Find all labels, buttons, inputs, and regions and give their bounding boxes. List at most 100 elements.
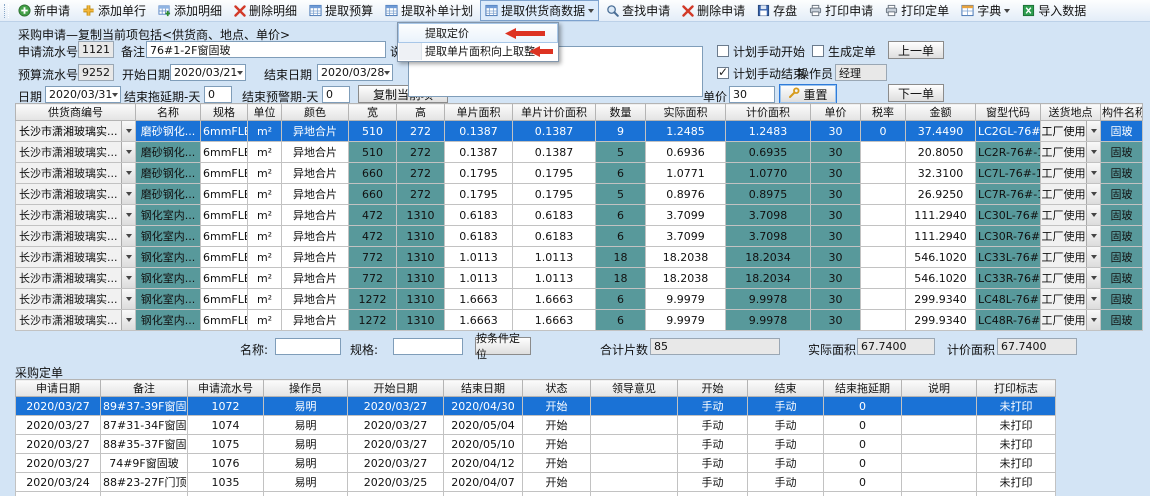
cell-dropdown-button[interactable]	[121, 289, 135, 309]
cell-piece-area[interactable]: 1.6663	[445, 310, 513, 331]
cell-note[interactable]	[902, 454, 977, 473]
cell-end-delay[interactable]: 0	[824, 397, 902, 416]
cell-piece-area[interactable]: 0.6183	[445, 226, 513, 247]
cell-tax-rate[interactable]	[861, 163, 906, 184]
cell-start-date[interactable]: 2020/03/27	[348, 454, 444, 473]
cell-component-name[interactable]: 固玻	[1101, 184, 1143, 205]
order-row[interactable]: 2020/03/2787#31-34F窗固玻1074易明2020/03/2720…	[16, 416, 1056, 435]
detail-row[interactable]: 长沙市潇湘玻璃实...钢化室内...6mmFLE...m²异地合片4721310…	[16, 205, 1143, 226]
cell-window-code[interactable]: LC2GL-76#...	[976, 121, 1041, 142]
cell-end-date[interactable]: 2020/04/07	[444, 473, 523, 492]
cell-color[interactable]: 异地合片	[282, 268, 349, 289]
cell-unit[interactable]: m²	[248, 184, 282, 205]
cell-quantity[interactable]: 5	[596, 184, 646, 205]
cell-color[interactable]: 异地合片	[282, 184, 349, 205]
cell-leader-opinion[interactable]	[591, 454, 678, 473]
plan-manual-start-checkbox[interactable]	[717, 45, 729, 57]
cell-unit[interactable]: m²	[248, 163, 282, 184]
cell-spec[interactable]: 6mmFLE...	[201, 226, 248, 247]
cell-unit[interactable]: m²	[248, 310, 282, 331]
order-row[interactable]: 2020/03/2788#35-37F窗固玻1075易明2020/03/2720…	[16, 435, 1056, 454]
cell-unit-price[interactable]: 30	[811, 226, 861, 247]
cell-window-code[interactable]: LC2R-76#-1F	[976, 142, 1041, 163]
cell-serial-no[interactable]: 1072	[188, 397, 264, 416]
cell-start[interactable]: 手动	[678, 416, 748, 435]
toolbar-button-import-data[interactable]: 导入数据	[1017, 0, 1091, 21]
cell-component-name[interactable]: 固玻	[1101, 121, 1143, 142]
order-row[interactable]: 2020/03/2789#37-39F窗固玻1072易明2020/03/2720…	[16, 397, 1056, 416]
cell-amount[interactable]: 20.8050	[906, 142, 976, 163]
cell-end[interactable]: 手动	[748, 473, 824, 492]
end-delay-input[interactable]	[204, 86, 232, 103]
cell-tax-rate[interactable]: 0	[861, 121, 906, 142]
cell-window-code[interactable]: LC30R-76#...	[976, 226, 1041, 247]
cell-name[interactable]: 钢化室内...	[136, 289, 201, 310]
cell-width[interactable]: 510	[349, 142, 397, 163]
cell-operator[interactable]: 易明	[264, 454, 348, 473]
cell-serial-no[interactable]: 1035	[188, 473, 264, 492]
cell-tax-rate[interactable]	[861, 205, 906, 226]
cell-apply-date[interactable]: 2020/03/24	[16, 473, 101, 492]
plan-manual-end-checkbox[interactable]	[717, 67, 729, 79]
cell-dropdown-button[interactable]	[121, 310, 135, 330]
cell-delivery-location[interactable]: 工厂使用	[1041, 184, 1101, 205]
cell-spec[interactable]: 6mmFLE...	[201, 163, 248, 184]
cell-color[interactable]: 异地合片	[282, 226, 349, 247]
menu-item-extract-pricing[interactable]: 提取定价	[399, 24, 557, 42]
cell-spec[interactable]: 6mmFLE...	[201, 289, 248, 310]
detail-row[interactable]: 长沙市潇湘玻璃实...钢化室内...6mmFLE...m²异地合片7721310…	[16, 247, 1143, 268]
cell-apply-date[interactable]: 2020/03/27	[16, 416, 101, 435]
cell-status[interactable]: 开始	[523, 416, 591, 435]
cell-priced-area[interactable]: 1.0770	[726, 163, 811, 184]
cell-start-date[interactable]: 2020/03/27	[348, 397, 444, 416]
cell-tax-rate[interactable]	[861, 226, 906, 247]
cell-spec[interactable]: 6mmFLE...	[201, 121, 248, 142]
cell-height[interactable]: 1310	[397, 205, 445, 226]
filter-spec-input[interactable]	[393, 338, 463, 355]
toolbar-button-add-single-row[interactable]: 添加单行	[77, 0, 151, 21]
cell-print-flag[interactable]: 未打印	[977, 473, 1056, 492]
cell-actual-area[interactable]: 1.0771	[646, 163, 726, 184]
cell-piece-area[interactable]: 1.6663	[445, 289, 513, 310]
cell-name[interactable]: 磨砂钢化...	[136, 142, 201, 163]
cell-color[interactable]: 异地合片	[282, 163, 349, 184]
cell-supplier-code[interactable]: 长沙市潇湘玻璃实...	[16, 226, 136, 247]
cell-actual-area[interactable]: 0.8976	[646, 184, 726, 205]
cell-supplier-code[interactable]: 长沙市潇湘玻璃实...	[16, 205, 136, 226]
cell-print-flag[interactable]: 未打印	[977, 454, 1056, 473]
cell-tax-rate[interactable]	[861, 247, 906, 268]
cell-height[interactable]: 272	[397, 121, 445, 142]
cell-name[interactable]: 磨砂钢化...	[136, 184, 201, 205]
order-row[interactable]: 2020/03/2774#9F窗固玻1076易明2020/03/272020/0…	[16, 454, 1056, 473]
cell-window-code[interactable]: LC33L-76#...	[976, 247, 1041, 268]
cell-width[interactable]: 1272	[349, 289, 397, 310]
cell-amount[interactable]: 26.9250	[906, 184, 976, 205]
cell-tax-rate[interactable]	[861, 310, 906, 331]
toolbar-button-print-application[interactable]: 打印申请	[804, 0, 878, 21]
cell-piece-priced-area[interactable]: 1.6663	[513, 289, 596, 310]
cell-quantity[interactable]: 18	[596, 268, 646, 289]
cell-piece-area[interactable]: 0.6183	[445, 205, 513, 226]
cell-unit[interactable]: m²	[248, 205, 282, 226]
cell-dropdown-button[interactable]	[1086, 247, 1100, 267]
cell-dropdown-button[interactable]	[1086, 226, 1100, 246]
remark-input[interactable]	[146, 41, 386, 58]
cell-amount[interactable]: 111.2940	[906, 205, 976, 226]
cell-width[interactable]: 660	[349, 163, 397, 184]
cell-unit-price[interactable]: 30	[811, 289, 861, 310]
cell-color[interactable]: 异地合片	[282, 205, 349, 226]
cell-quantity[interactable]: 5	[596, 142, 646, 163]
cell-note[interactable]	[902, 435, 977, 454]
cell-height[interactable]: 1310	[397, 310, 445, 331]
cell-spec[interactable]: 6mmFLE...	[201, 268, 248, 289]
cell-piece-priced-area[interactable]: 0.1795	[513, 184, 596, 205]
detail-row[interactable]: 长沙市潇湘玻璃实...钢化室内...6mmFLE...m²异地合片1272131…	[16, 289, 1143, 310]
cell-apply-date[interactable]: 2020/03/27	[16, 454, 101, 473]
cell-delivery-location[interactable]: 工厂使用	[1041, 289, 1101, 310]
cell-dropdown-button[interactable]	[1086, 310, 1100, 330]
cell-dropdown-button[interactable]	[1086, 163, 1100, 183]
cell-actual-area[interactable]: 18.2038	[646, 247, 726, 268]
serial-input[interactable]	[78, 41, 114, 58]
cell-quantity[interactable]: 6	[596, 226, 646, 247]
cell-print-flag[interactable]: 未打印	[977, 416, 1056, 435]
